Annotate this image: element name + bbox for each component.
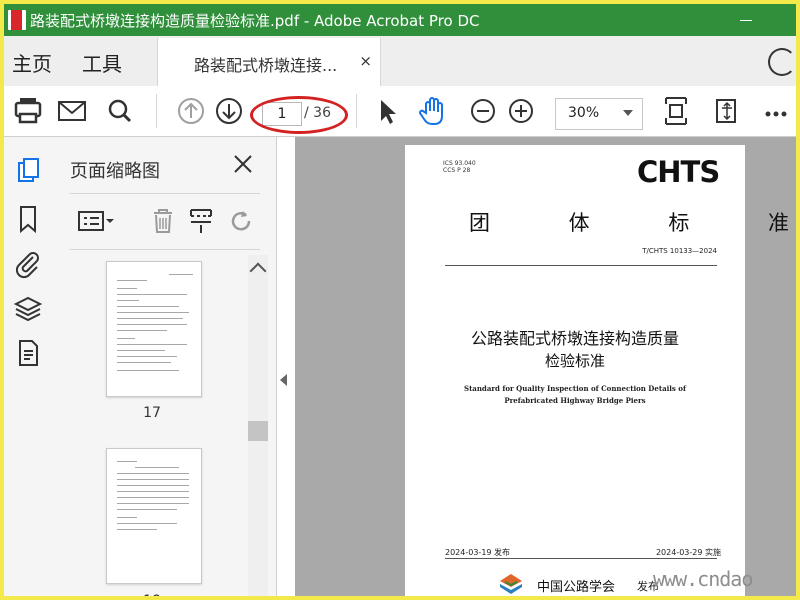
divider <box>445 265 717 266</box>
collapse-panel-icon[interactable] <box>280 374 287 386</box>
hand-tool-icon[interactable] <box>414 86 454 136</box>
print-icon[interactable] <box>8 86 48 136</box>
zoom-out-icon[interactable] <box>463 86 503 136</box>
previous-page-icon[interactable] <box>171 86 211 136</box>
next-page-icon[interactable] <box>209 86 249 136</box>
divider <box>70 193 260 194</box>
help-icon[interactable] <box>768 48 796 76</box>
issue-date: 2024-03-19 发布 <box>445 548 511 557</box>
english-title-line-2: Prefabricated Highway Bridge Piers <box>504 396 646 405</box>
toolbar: 1 / 36 30% <box>4 86 796 137</box>
tab-home[interactable]: 主页 <box>12 48 52 77</box>
acrobat-pdf-icon <box>8 10 26 30</box>
rotate-page-icon[interactable] <box>224 199 258 243</box>
thumbnail-page-number: 17 <box>143 405 161 421</box>
zoom-in-icon[interactable] <box>501 86 541 136</box>
watermark: www.cndao <box>653 567 753 591</box>
tab-bar: 主页 工具 路装配式桥墩连接... × <box>4 36 796 87</box>
toolbar-separator <box>156 94 157 128</box>
document-viewer: ICS 93.040 CCS P 28 CHTS 团 体 标 准 T/CHTS … <box>295 137 796 596</box>
chinese-title-line-1: 公路装配式桥墩连接构造质量 <box>470 329 679 348</box>
tab-close-icon[interactable]: × <box>359 52 372 70</box>
toolbar-separator <box>356 94 357 128</box>
content-tags-icon[interactable] <box>10 335 46 371</box>
page-thumbnails-icon[interactable] <box>10 153 46 189</box>
tab-document[interactable]: 路装配式桥墩连接... × <box>157 38 381 87</box>
divider <box>70 249 260 250</box>
implementation-date: 2024-03-29 实施 <box>655 548 721 557</box>
thumbnail-page-number: 18 <box>52 593 252 596</box>
standard-type: 团 体 标 准 <box>469 211 796 235</box>
insert-page-icon[interactable] <box>184 199 218 243</box>
scroll-up-icon[interactable] <box>249 262 267 280</box>
window-title: 路装配式桥墩连接构造质量检验标准.pdf - Adobe Acrobat Pro… <box>30 12 480 30</box>
english-title-line-1: Standard for Quality Inspection of Conne… <box>464 384 686 393</box>
publisher-name: 中国公路学会 <box>537 580 616 595</box>
acrobat-window: 路装配式桥墩连接构造质量检验标准.pdf - Adobe Acrobat Pro… <box>4 4 796 596</box>
title-bar: 路装配式桥墩连接构造质量检验标准.pdf - Adobe Acrobat Pro… <box>4 4 796 36</box>
chts-logo: CHTS <box>637 155 720 189</box>
left-navigation-rail <box>4 137 53 596</box>
standard-number: T/CHTS 10133—2024 <box>642 247 717 255</box>
thumbnails-scrollbar[interactable] <box>248 255 268 596</box>
page-thumbnail[interactable] <box>106 261 202 397</box>
tab-document-label: 路装配式桥墩连接... <box>194 56 338 75</box>
document-page: ICS 93.040 CCS P 28 CHTS 团 体 标 准 T/CHTS … <box>405 145 796 596</box>
email-icon[interactable] <box>52 86 92 136</box>
close-icon[interactable] <box>228 149 258 179</box>
minimize-button[interactable] <box>728 4 764 36</box>
page-thumbnail[interactable] <box>106 448 202 584</box>
attachments-icon[interactable] <box>10 245 46 281</box>
layers-icon[interactable] <box>10 291 46 327</box>
rotate-view-icon[interactable] <box>707 86 747 136</box>
ics-code: ICS 93.040 CCS P 28 <box>443 160 476 174</box>
select-cursor-icon[interactable] <box>366 86 406 136</box>
zoom-select[interactable]: 30% <box>555 98 643 130</box>
thumbnails-panel: 页面缩略图 17 <box>52 137 277 596</box>
chevron-down-icon <box>623 110 633 116</box>
fit-page-icon[interactable] <box>656 86 696 136</box>
scrollbar-thumb[interactable] <box>248 421 268 441</box>
thumbnails-panel-title: 页面缩略图 <box>70 161 160 182</box>
divider <box>445 558 717 559</box>
tab-tools[interactable]: 工具 <box>82 48 122 77</box>
zoom-value: 30% <box>568 105 600 121</box>
bookmarks-icon[interactable] <box>10 201 46 237</box>
chinese-title-line-2: 检验标准 <box>544 352 605 370</box>
search-icon[interactable] <box>100 86 140 136</box>
more-options-icon[interactable] <box>756 86 796 136</box>
delete-page-icon[interactable] <box>146 199 180 243</box>
thumbnail-options-icon[interactable] <box>76 199 122 243</box>
publisher-logo-icon <box>499 573 523 595</box>
annotation-oval <box>250 96 348 134</box>
